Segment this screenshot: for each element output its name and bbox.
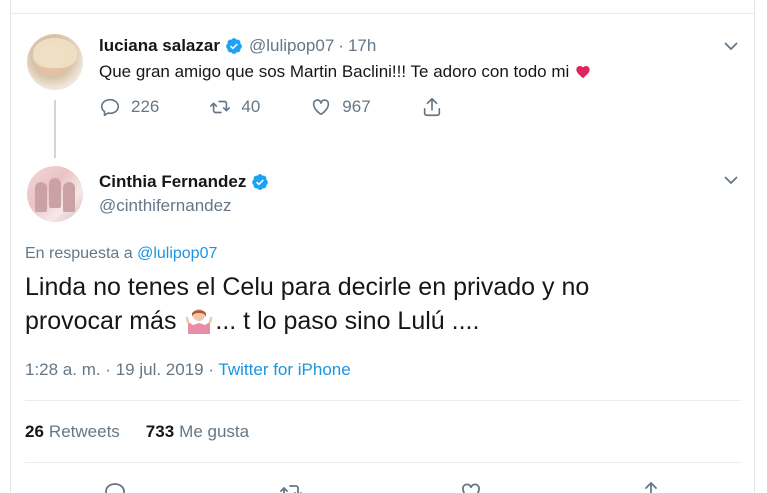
reply-icon[interactable] [103,480,127,493]
retweet-button[interactable]: 40 [209,96,260,118]
retweets-stat[interactable]: 26 Retweets [25,422,120,442]
tweet-timestamp[interactable]: 1:28 a. m. · 19 jul. 2019 · [25,360,218,379]
share-icon[interactable] [639,480,663,493]
tweet1-separator: · [338,36,344,55]
likes-label: Me gusta [179,422,250,441]
tweet1-actions: 226 40 967 [99,96,503,118]
tweet2-text-line1: Linda no tenes el Celu para decirle en p… [25,273,590,301]
previous-tweet-edge [11,0,754,14]
tweet1-time[interactable]: 17h [348,36,376,56]
tweet2-text-line2b: ... t lo paso sino Lulú .... [215,307,480,335]
reply-mention-link[interactable]: @lulipop07 [137,245,217,262]
retweet-icon [210,100,231,114]
tweet-source-link[interactable]: Twitter for iPhone [218,360,350,379]
retweets-label: Retweets [48,422,120,441]
reply-prefix: En respuesta a [25,245,138,262]
retweet-icon[interactable] [279,480,303,493]
verified-badge-icon [252,174,269,190]
person-shrugging-icon [186,309,213,334]
retweet-count: 40 [241,97,261,116]
red-heart-icon [576,66,590,79]
heart-outline-icon [313,99,330,116]
reply-count: 226 [131,97,160,116]
avatar-cinthia[interactable] [27,166,83,222]
tweet1-text: Que gran amigo que sos Martin Baclini!!!… [99,62,591,82]
tweet2-author-name[interactable]: Cinthia Fernandez [99,172,246,192]
tweet1-author-name[interactable]: luciana salazar [99,36,220,56]
tweet2-header: Cinthia Fernandez [99,172,269,192]
like-count: 967 [342,97,371,116]
share-button[interactable] [421,96,453,118]
chevron-down-icon[interactable] [723,38,739,54]
thread-connector [54,100,56,158]
reply-context: En respuesta a @lulipop07 [25,245,217,263]
tweet2-actions [11,474,754,493]
likes-count: 733 [145,422,175,441]
tweet-frame: luciana salazar @lulipop07 · 17h Que gra… [10,0,755,493]
avatar-luciana[interactable] [27,34,83,90]
retweets-count: 26 [25,422,44,441]
tweet1-text-body: Que gran amigo que sos Martin Baclini!!!… [99,62,570,81]
tweet2-handle[interactable]: @cinthifernandez [99,196,232,216]
tweet2-text: Linda no tenes el Celu para decirle en p… [25,270,725,338]
likes-stat[interactable]: 733 Me gusta [146,422,249,442]
share-icon [423,97,440,117]
verified-badge-icon [226,38,242,54]
like-button[interactable]: 967 [310,96,371,118]
reply-icon [100,98,120,117]
tweet2-text-line2a: provocar más [25,307,184,335]
tweet-stats: 26 Retweets 733 Me gusta [25,422,275,442]
divider [25,462,741,463]
chevron-down-icon[interactable] [723,172,739,188]
heart-outline-icon[interactable] [459,480,483,493]
tweet1-header: luciana salazar @lulipop07 · 17h [99,36,376,56]
tweet-metadata: 1:28 a. m. · 19 jul. 2019 · Twitter for … [25,360,351,380]
tweet1-handle[interactable]: @lulipop07 [249,36,334,56]
reply-button[interactable]: 226 [99,96,159,118]
divider [25,400,741,401]
